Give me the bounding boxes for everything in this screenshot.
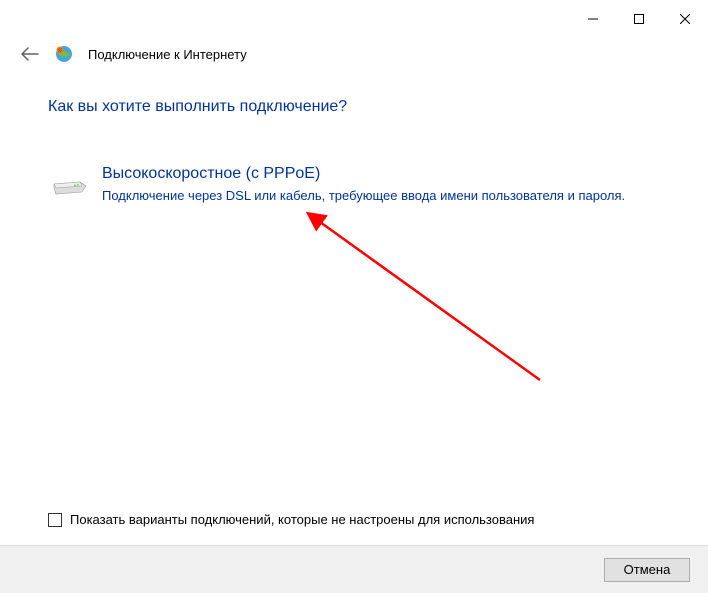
show-unconfigured-checkbox[interactable] bbox=[48, 513, 62, 527]
show-unconfigured-label: Показать варианты подключений, которые н… bbox=[70, 512, 534, 527]
show-unconfigured-row: Показать варианты подключений, которые н… bbox=[0, 512, 708, 545]
page-heading: Как вы хотите выполнить подключение? bbox=[48, 98, 660, 116]
option-pppoe[interactable]: Высокоскоростное (с PPPoE) Подключение ч… bbox=[48, 160, 660, 208]
globe-icon bbox=[54, 44, 74, 64]
cancel-button[interactable]: Отмена bbox=[604, 558, 690, 582]
modem-icon bbox=[52, 168, 88, 196]
minimize-button[interactable] bbox=[570, 6, 616, 32]
footer-bar: Отмена bbox=[0, 545, 708, 593]
back-button[interactable] bbox=[20, 44, 40, 64]
wizard-header: Подключение к Интернету bbox=[0, 32, 708, 74]
annotation-arrow bbox=[300, 210, 580, 410]
wizard-title: Подключение к Интернету bbox=[88, 47, 247, 62]
option-text: Высокоскоростное (с PPPoE) Подключение ч… bbox=[102, 164, 656, 204]
bottom-area: Показать варианты подключений, которые н… bbox=[0, 512, 708, 593]
close-button[interactable] bbox=[662, 6, 708, 32]
content-area: Как вы хотите выполнить подключение? Выс… bbox=[0, 74, 708, 208]
option-description: Подключение через DSL или кабель, требую… bbox=[102, 187, 656, 205]
option-title: Высокоскоростное (с PPPoE) bbox=[102, 164, 656, 185]
titlebar bbox=[0, 0, 708, 32]
maximize-button[interactable] bbox=[616, 6, 662, 32]
